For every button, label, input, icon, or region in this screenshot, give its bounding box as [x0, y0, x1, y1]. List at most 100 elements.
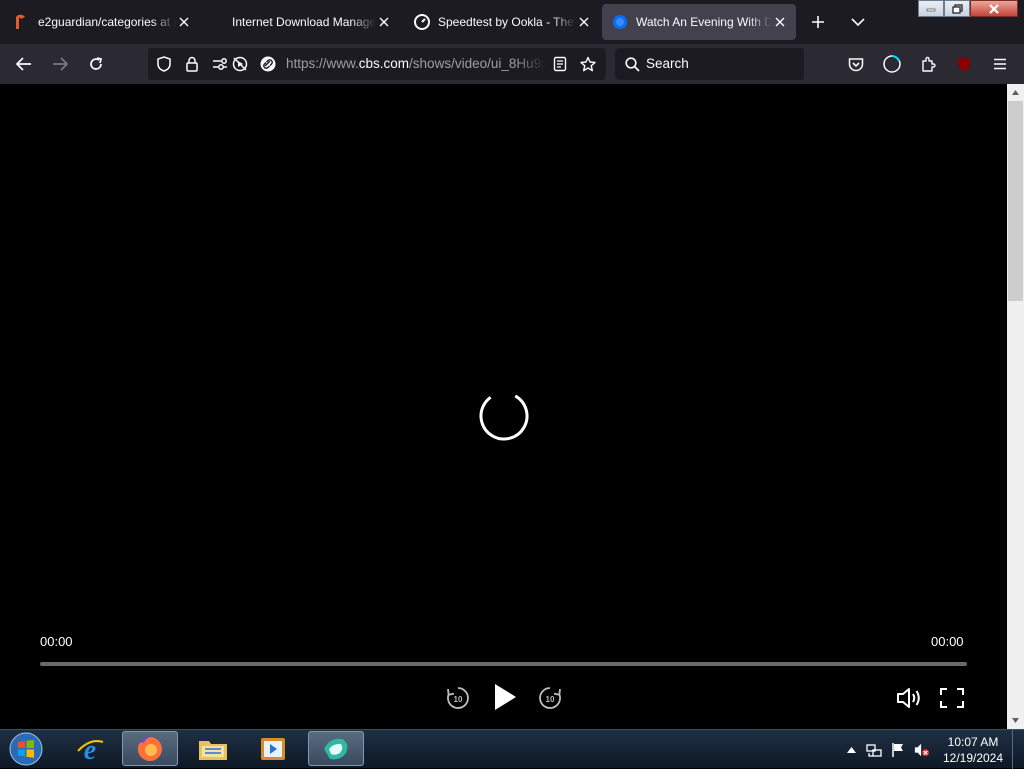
- downloads-button[interactable]: [880, 52, 904, 76]
- url-bar[interactable]: https://www.cbs.com/shows/video/ui_8Hu9x…: [148, 48, 606, 80]
- arrow-down-icon: [1012, 718, 1019, 723]
- download-progress-icon: [883, 55, 901, 73]
- search-placeholder: Search: [646, 56, 689, 71]
- close-tab-icon[interactable]: [376, 14, 392, 30]
- rewind-10-button[interactable]: 10: [444, 684, 472, 712]
- tab-e2guardian[interactable]: e2guardian/categories at m: [4, 4, 200, 40]
- tab-title: Watch An Evening With Duran: [636, 15, 772, 29]
- restore-icon: [951, 3, 963, 14]
- fullscreen-button[interactable]: [938, 684, 966, 712]
- reader-view-icon[interactable]: [552, 56, 568, 72]
- new-tab-button[interactable]: [806, 10, 830, 34]
- loading-spinner-icon: [479, 391, 529, 441]
- restore-button[interactable]: [944, 0, 970, 17]
- close-window-button[interactable]: [970, 0, 1018, 17]
- duration: 00:00: [931, 634, 964, 649]
- seek-bar[interactable]: [40, 662, 967, 666]
- link-icon[interactable]: [260, 56, 276, 72]
- page-scrollbar[interactable]: [1007, 84, 1024, 729]
- chevron-down-icon: [851, 18, 865, 27]
- pocket-button[interactable]: [844, 52, 868, 76]
- blank-favicon-icon: [214, 14, 230, 30]
- cbs-favicon-icon: [612, 14, 628, 30]
- scroll-up-arrow[interactable]: [1007, 84, 1024, 101]
- arrow-up-icon: [1012, 90, 1019, 95]
- windows-taskbar: e 10:07 AM 12/19/2024: [0, 729, 1024, 769]
- internet-explorer-icon: e: [77, 735, 104, 764]
- volume-button[interactable]: [894, 684, 924, 712]
- tab-title: Speedtest by Ookla - The Gl: [438, 15, 576, 29]
- taskbar-media-player[interactable]: [245, 731, 301, 766]
- back-button[interactable]: [12, 52, 36, 76]
- network-tray-icon[interactable]: [866, 742, 882, 758]
- ublock-shield-icon: [958, 57, 970, 71]
- volume-tray-icon[interactable]: [914, 742, 930, 758]
- fullscreen-icon: [940, 688, 964, 708]
- arrow-left-icon: [16, 57, 31, 71]
- taskbar-app[interactable]: [308, 731, 364, 766]
- tab-watch-evening-with-duran[interactable]: Watch An Evening With Duran: [602, 4, 796, 40]
- play-icon: [495, 684, 516, 710]
- teal-app-icon: [324, 738, 348, 759]
- search-bar[interactable]: Search: [615, 48, 804, 80]
- windows-start-orb-icon: [9, 732, 43, 766]
- forward-10-button[interactable]: 10: [536, 684, 564, 712]
- clock-time: 10:07 AM: [947, 735, 999, 749]
- media-player-icon: [261, 737, 285, 760]
- close-tab-icon[interactable]: [772, 14, 788, 30]
- network-icon: [866, 744, 882, 757]
- svg-text:e: e: [84, 735, 96, 764]
- window-controls: [918, 0, 1018, 18]
- close-icon: [989, 3, 999, 14]
- volume-icon: [897, 688, 920, 708]
- forward-10-icon: 10: [539, 687, 561, 709]
- svg-text:10: 10: [546, 695, 555, 704]
- tab-title: e2guardian/categories at m: [38, 15, 176, 29]
- triangle-up-icon: [846, 747, 856, 753]
- minimize-icon: [926, 8, 936, 11]
- ublock-extension-button[interactable]: [952, 52, 976, 76]
- extensions-button[interactable]: [916, 52, 940, 76]
- scroll-thumb[interactable]: [1008, 101, 1023, 301]
- tab-strip: e2guardian/categories at m Internet Down…: [0, 0, 1024, 44]
- plus-icon: [812, 16, 824, 28]
- reload-button[interactable]: [84, 52, 108, 76]
- tab-speedtest[interactable]: Speedtest by Ookla - The Gl: [404, 4, 600, 40]
- system-clock[interactable]: 10:07 AM 12/19/2024: [936, 734, 1010, 766]
- lock-icon[interactable]: [184, 56, 200, 72]
- close-tab-icon[interactable]: [576, 14, 592, 30]
- list-all-tabs-button[interactable]: [846, 10, 870, 34]
- close-tab-icon[interactable]: [176, 14, 192, 30]
- start-button[interactable]: [6, 731, 46, 767]
- show-desktop-button[interactable]: [1012, 730, 1024, 769]
- show-hidden-icons-button[interactable]: [843, 742, 859, 758]
- firefox-icon: [137, 736, 162, 761]
- hamburger-menu-icon: [994, 58, 1006, 70]
- bookmark-star-icon[interactable]: [580, 56, 596, 72]
- speedtest-favicon-icon: [414, 14, 430, 30]
- navigation-toolbar: https://www.cbs.com/shows/video/ui_8Hu9x…: [0, 44, 1024, 106]
- taskbar-file-explorer[interactable]: [185, 731, 241, 766]
- current-time: 00:00: [40, 634, 73, 649]
- taskbar-firefox[interactable]: [122, 731, 178, 766]
- puzzle-icon: [922, 56, 936, 72]
- app-menu-button[interactable]: [988, 52, 1012, 76]
- url-prefix: https://www.: [286, 56, 359, 71]
- video-player[interactable]: 00:00 00:00 10 10: [0, 84, 1007, 729]
- speaker-muted-icon: [914, 743, 930, 757]
- tab-internet-download-manager[interactable]: Internet Download Manager: [204, 4, 400, 40]
- taskbar-internet-explorer[interactable]: e: [62, 731, 118, 766]
- tab-title: Internet Download Manager: [232, 15, 376, 29]
- permissions-icon[interactable]: [212, 56, 228, 72]
- reload-icon: [90, 57, 103, 70]
- minimize-button[interactable]: [918, 0, 944, 17]
- clock-date: 12/19/2024: [942, 751, 1004, 765]
- forward-button[interactable]: [48, 52, 72, 76]
- url-text[interactable]: https://www.cbs.com/shows/video/ui_8Hu9x…: [286, 56, 546, 71]
- autoplay-blocked-icon[interactable]: [232, 56, 248, 72]
- scroll-down-arrow[interactable]: [1007, 712, 1024, 729]
- action-center-tray-icon[interactable]: [890, 742, 906, 758]
- shield-icon[interactable]: [156, 56, 172, 72]
- play-button[interactable]: [490, 682, 520, 712]
- arrow-right-icon: [53, 57, 68, 71]
